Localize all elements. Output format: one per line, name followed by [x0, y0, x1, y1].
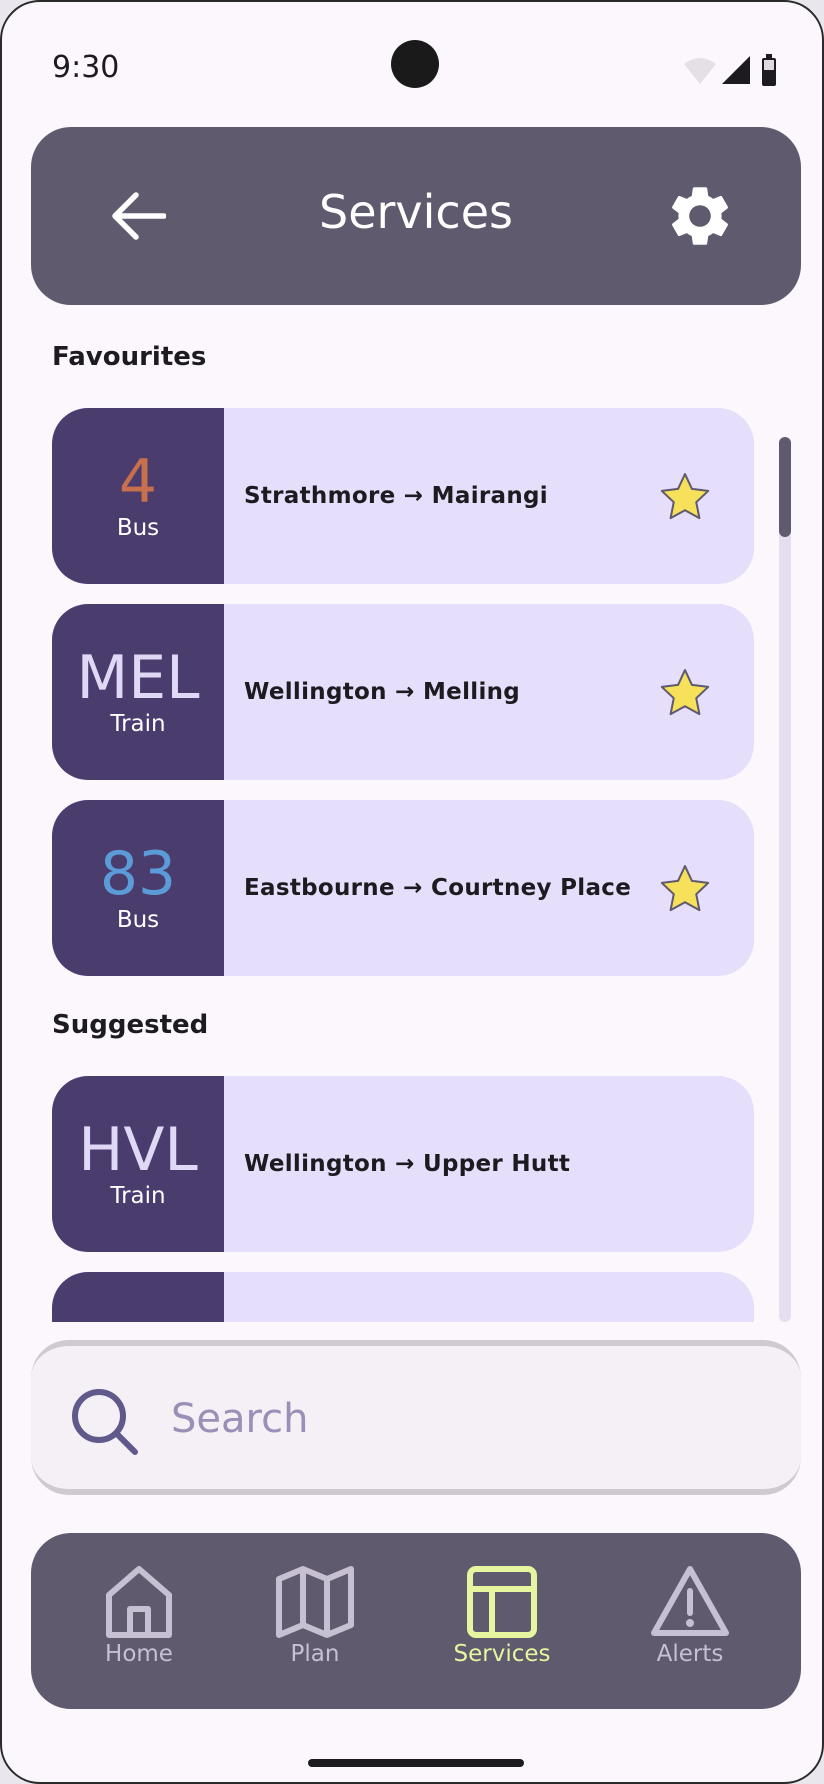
service-badge: 83 Bus: [52, 800, 224, 976]
service-code: 83: [99, 839, 177, 909]
service-card-83[interactable]: 83 Bus Eastbourne → Courtney Place: [52, 800, 754, 976]
service-mode: Bus: [116, 515, 160, 541]
wifi-icon: [684, 58, 716, 84]
star-icon[interactable]: [658, 862, 712, 916]
nav-label: Plan: [290, 1641, 340, 1667]
service-mode: Train: [110, 711, 166, 737]
bottom-navigation: Home Plan Services Alerts: [31, 1533, 801, 1709]
service-badge: HVL Train: [52, 1076, 224, 1252]
search-bar[interactable]: [31, 1340, 801, 1495]
camera-cutout: [391, 40, 439, 88]
service-route: Eastbourne → Courtney Place: [244, 875, 632, 901]
status-icons: [684, 54, 776, 86]
warning-icon: [651, 1566, 729, 1636]
service-card-hvl[interactable]: HVL Train Wellington → Upper Hutt: [52, 1076, 754, 1252]
search-input[interactable]: [171, 1376, 731, 1462]
service-badge: 4 Bus: [52, 408, 224, 584]
phone-screen: 9:30 Services Favourites 4 Bus Strathmor…: [0, 0, 824, 1784]
service-route: Strathmore → Mairangi: [244, 483, 548, 509]
service-mode: Train: [110, 1183, 166, 1209]
signal-icon: [722, 56, 750, 84]
scrollbar-track[interactable]: [779, 437, 791, 1322]
service-card-partial[interactable]: [52, 1272, 754, 1322]
search-icon: [72, 1389, 138, 1455]
nav-item-alerts[interactable]: Alerts: [625, 1563, 755, 1683]
nav-label: Home: [105, 1641, 173, 1667]
star-icon[interactable]: [658, 666, 712, 720]
home-indicator[interactable]: [308, 1759, 524, 1767]
service-mode: Bus: [116, 907, 160, 933]
scrollbar-thumb[interactable]: [779, 437, 791, 537]
star-icon[interactable]: [658, 470, 712, 524]
home-icon: [106, 1566, 172, 1638]
section-favourites: Favourites: [52, 342, 207, 372]
map-icon: [276, 1566, 354, 1638]
service-code: 4: [118, 447, 158, 517]
service-card-4[interactable]: 4 Bus Strathmore → Mairangi: [52, 408, 754, 584]
table-icon: [467, 1566, 537, 1638]
nav-item-services[interactable]: Services: [437, 1563, 567, 1683]
nav-item-home[interactable]: Home: [74, 1563, 204, 1683]
settings-button[interactable]: [661, 177, 739, 255]
service-card-mel[interactable]: MEL Train Wellington → Melling: [52, 604, 754, 780]
top-app-bar: Services: [31, 127, 801, 305]
status-bar: 9:30: [2, 2, 822, 122]
service-code: MEL: [76, 643, 200, 713]
nav-label: Alerts: [656, 1641, 724, 1667]
gear-icon: [671, 187, 729, 245]
services-list[interactable]: Favourites 4 Bus Strathmore → Mairangi M…: [2, 332, 822, 1322]
section-suggested: Suggested: [52, 1010, 209, 1040]
status-time: 9:30: [52, 50, 120, 85]
service-badge: MEL Train: [52, 604, 224, 780]
service-badge: [52, 1272, 224, 1322]
service-route: Wellington → Upper Hutt: [244, 1151, 571, 1177]
nav-label: Services: [453, 1641, 551, 1667]
nav-item-plan[interactable]: Plan: [250, 1563, 380, 1683]
service-route: Wellington → Melling: [244, 679, 521, 705]
service-code: HVL: [78, 1115, 198, 1185]
